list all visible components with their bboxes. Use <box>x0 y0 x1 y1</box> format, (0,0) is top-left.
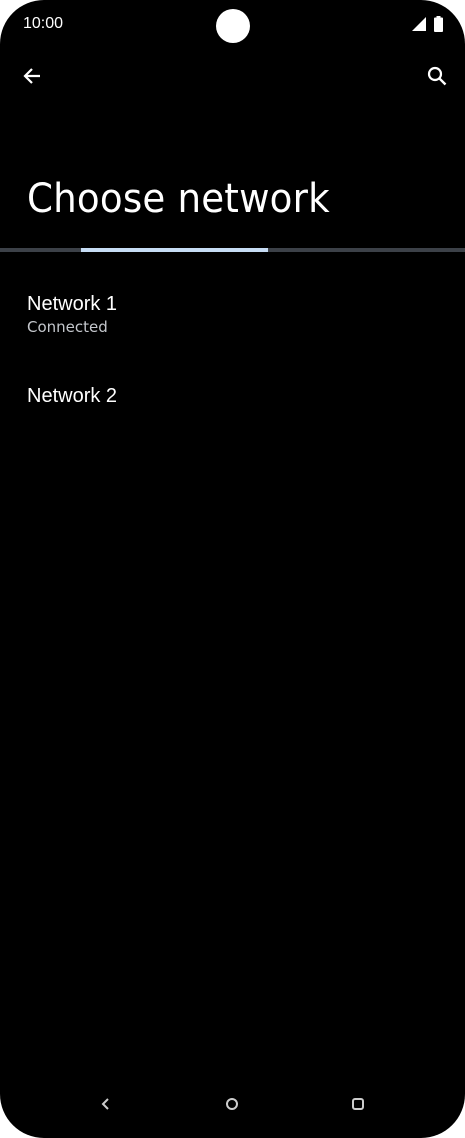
progress-indicator <box>81 248 268 252</box>
network-name: Network 2 <box>27 385 118 407</box>
phone-screen: 10:00 Choose network Network 1 Connected… <box>0 0 465 1138</box>
nav-recents-button[interactable] <box>340 1088 376 1124</box>
battery-icon <box>434 16 443 32</box>
navigation-bar <box>0 1082 465 1138</box>
nav-home-icon <box>225 1097 239 1116</box>
search-icon <box>427 66 447 91</box>
back-button[interactable] <box>12 58 52 98</box>
network-status: Connected <box>27 318 108 336</box>
network-name: Network 1 <box>27 293 118 315</box>
status-bar: 10:00 <box>0 0 465 52</box>
nav-back-button[interactable] <box>88 1088 124 1124</box>
list-item-network-2[interactable]: Network 2 <box>0 384 465 424</box>
status-icons <box>412 16 443 32</box>
app-bar <box>0 58 465 98</box>
list-item-network-1[interactable]: Network 1 Connected <box>0 292 465 362</box>
search-button[interactable] <box>417 58 457 98</box>
page-title: Choose network <box>27 176 330 222</box>
camera-cutout <box>216 9 250 43</box>
nav-back-icon <box>100 1097 112 1116</box>
nav-home-button[interactable] <box>214 1088 250 1124</box>
nav-recents-icon <box>351 1097 365 1116</box>
progress-bar <box>0 248 465 252</box>
signal-icon <box>412 17 426 31</box>
arrow-back-icon <box>22 66 42 91</box>
status-time: 10:00 <box>23 15 64 32</box>
